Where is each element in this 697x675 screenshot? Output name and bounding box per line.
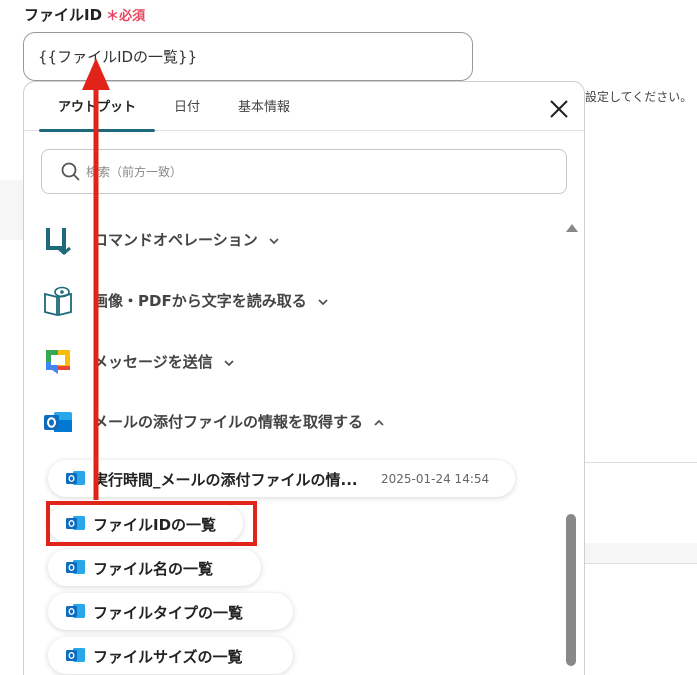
- output-item-file-size-list[interactable]: ファイルサイズの一覧: [48, 637, 293, 674]
- required-mark: ＊: [106, 9, 120, 24]
- tab-output[interactable]: アウトプット: [39, 82, 155, 132]
- section-command-operation[interactable]: コマンドオペレーション: [24, 220, 564, 260]
- output-item-label: ファイルサイズの一覧: [93, 648, 243, 666]
- command-operation-icon: [46, 228, 71, 255]
- field-label-text: ファイルID: [24, 6, 103, 24]
- output-item-label: ファイル名の一覧: [93, 560, 214, 578]
- tab-date[interactable]: 日付: [162, 82, 212, 131]
- output-item-label: ファイルタイプの一覧: [93, 604, 244, 622]
- ocr-book-icon: [44, 286, 72, 317]
- output-picker-panel: アウトプット 日付 基本情報 コマンドオペレーション 画像・PDFから文字を読み…: [23, 81, 585, 675]
- file-id-input[interactable]: [23, 32, 473, 81]
- required-text: 必須: [119, 9, 146, 24]
- search-box: [41, 149, 567, 194]
- search-icon: [61, 162, 80, 181]
- tab-bar: アウトプット 日付 基本情報: [24, 82, 584, 132]
- tab-basic-info[interactable]: 基本情報: [224, 82, 304, 131]
- required-badge: ＊必須: [106, 9, 145, 24]
- outlook-icon: [66, 471, 85, 485]
- outlook-icon: [66, 648, 85, 662]
- section-label-text: メッセージを送信: [93, 353, 213, 371]
- annotation-highlight-box: [46, 501, 257, 546]
- chevron-down-icon: [318, 298, 328, 305]
- section-ocr[interactable]: 画像・PDFから文字を読み取る: [24, 281, 564, 321]
- outlook-icon: [66, 604, 85, 618]
- section-label: メールの添付ファイルの情報を取得する: [93, 411, 385, 432]
- section-send-message[interactable]: メッセージを送信: [24, 342, 564, 382]
- chevron-down-icon: [224, 359, 234, 366]
- chevron-down-icon: [269, 237, 279, 244]
- background-divider: [585, 563, 697, 564]
- field-label: ファイルID ＊必須: [24, 4, 145, 25]
- section-label: メッセージを送信: [93, 351, 235, 372]
- search-input[interactable]: [86, 150, 556, 193]
- output-item-file-name-list[interactable]: ファイル名の一覧: [48, 549, 261, 586]
- close-icon[interactable]: [548, 98, 570, 120]
- section-get-attachments[interactable]: メールの添付ファイルの情報を取得する: [24, 402, 564, 442]
- output-item-file-type-list[interactable]: ファイルタイプの一覧: [48, 593, 293, 630]
- scrollbar-thumb[interactable]: [566, 514, 576, 666]
- section-label-text: 画像・PDFから文字を読み取る: [93, 292, 307, 310]
- section-label: 画像・PDFから文字を読み取る: [93, 290, 329, 311]
- output-item-execution-time[interactable]: 実行時間_メールの添付ファイルの情... 2025-01-24 14:54: [48, 460, 515, 497]
- output-item-date: 2025-01-24 14:54: [381, 472, 490, 486]
- background-shade-block: [585, 543, 697, 563]
- output-item-label: 実行時間_メールの添付ファイルの情...: [93, 471, 358, 489]
- section-label-text: コマンドオペレーション: [93, 231, 258, 249]
- outlook-icon: [66, 560, 85, 574]
- hint-text: 設定してください。: [585, 90, 693, 104]
- google-chat-icon: [46, 350, 70, 374]
- outlook-icon: [44, 412, 72, 432]
- background-divider: [585, 462, 697, 463]
- chevron-up-icon: [374, 419, 384, 426]
- background-shade: [0, 180, 23, 240]
- section-label-text: メールの添付ファイルの情報を取得する: [93, 413, 364, 431]
- section-label: コマンドオペレーション: [93, 229, 280, 250]
- scroll-up-arrow-icon[interactable]: [565, 222, 579, 234]
